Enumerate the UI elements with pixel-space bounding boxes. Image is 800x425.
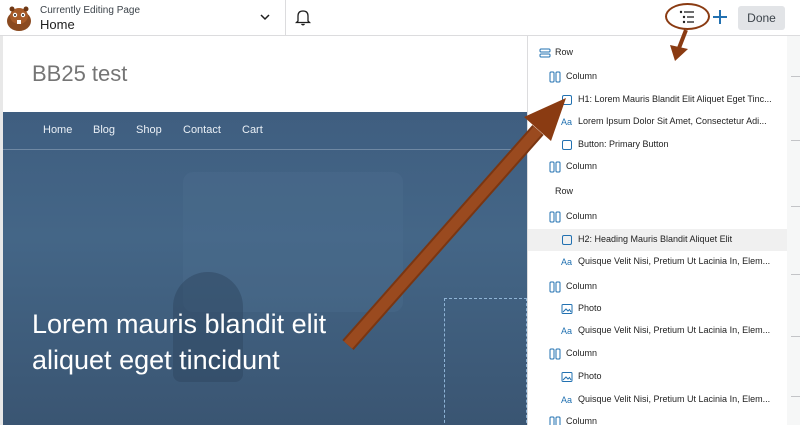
- strip-line: [791, 336, 800, 337]
- nav-item-blog[interactable]: Blog: [93, 124, 115, 136]
- outline-item-label: Column: [566, 348, 598, 358]
- hero-heading-line-2: aliquet eget tincidunt: [32, 345, 280, 375]
- beaver-logo-icon: [7, 6, 31, 31]
- outline-item-label: Column: [566, 71, 598, 81]
- photo-icon: [561, 372, 573, 382]
- outline-item[interactable]: Column: [528, 66, 788, 88]
- outline-item-label: Quisque Velit Nisi, Pretium Ut Lacinia I…: [578, 256, 771, 266]
- outline-item[interactable]: Aa Lorem Ipsum Dolor Sit Amet, Consectet…: [528, 111, 788, 133]
- hero-section[interactable]: Home Blog Shop Contact Cart Lorem mauris…: [3, 112, 527, 425]
- outline-item[interactable]: Column: [528, 206, 788, 228]
- outline-item[interactable]: Column: [528, 156, 788, 178]
- outline-item-label: Column: [566, 281, 598, 291]
- outline-item-label: H1: Lorem Mauris Blandit Elit Aliquet Eg…: [578, 94, 772, 104]
- outline-item-label: Lorem Ipsum Dolor Sit Amet, Consectetur …: [578, 116, 767, 126]
- outline-item-label: Quisque Velit Nisi, Pretium Ut Lacinia I…: [578, 394, 771, 404]
- hero-heading-line-1: Lorem mauris blandit elit: [32, 309, 327, 339]
- nav-item-cart[interactable]: Cart: [242, 124, 263, 136]
- column-icon: [549, 211, 561, 223]
- site-title[interactable]: BB25 test: [32, 61, 127, 87]
- outline-item-label: Column: [566, 161, 598, 171]
- bell-icon[interactable]: [295, 8, 311, 26]
- outline-panel: Row Column H1: Lorem Mauris Blandit Elit…: [527, 36, 788, 425]
- plus-icon[interactable]: [711, 8, 729, 26]
- outline-item[interactable]: Photo: [528, 298, 788, 320]
- site-navigation: Home Blog Shop Contact Cart: [3, 112, 527, 150]
- nav-item-shop[interactable]: Shop: [136, 124, 162, 136]
- outline-item-label: Row: [555, 186, 574, 196]
- nav-item-contact[interactable]: Contact: [183, 124, 221, 136]
- strip-line: [791, 274, 800, 275]
- column-icon: [549, 416, 561, 425]
- annotation-circle: [665, 3, 710, 30]
- outline-item[interactable]: Aa Quisque Velit Nisi, Pretium Ut Lacini…: [528, 389, 788, 411]
- column-icon: [549, 348, 561, 360]
- outline-item-label: Row: [555, 47, 574, 57]
- outline-item-label: Column: [566, 211, 598, 221]
- outline-item-selected[interactable]: H2: Heading Mauris Blandit Aliquet Elit: [528, 229, 788, 251]
- nav-item-home[interactable]: Home: [43, 124, 72, 136]
- strip-line: [791, 396, 800, 397]
- column-icon: [549, 161, 561, 173]
- button-icon: [562, 140, 572, 150]
- strip-line: [791, 140, 800, 141]
- outline-item[interactable]: Aa Quisque Velit Nisi, Pretium Ut Lacini…: [528, 320, 788, 342]
- photo-icon: [561, 304, 573, 314]
- hero-heading[interactable]: Lorem mauris blandit elit aliquet eget t…: [32, 306, 432, 378]
- text-icon: Aa: [561, 117, 573, 127]
- background-window-strip: [787, 36, 800, 425]
- outline-item-label: Quisque Velit Nisi, Pretium Ut Lacinia I…: [578, 325, 771, 335]
- toolbar-divider: [285, 0, 286, 35]
- outline-item[interactable]: Photo: [528, 366, 788, 388]
- outline-item[interactable]: Column: [528, 276, 788, 298]
- outline-item-label: Button: Primary Button: [578, 139, 669, 149]
- top-toolbar: Currently Editing Page Home Done: [0, 0, 800, 36]
- column-icon: [549, 71, 561, 83]
- heading-icon: [562, 235, 572, 245]
- outline-item[interactable]: Column: [528, 343, 788, 365]
- chevron-down-icon[interactable]: [259, 11, 271, 23]
- strip-line: [791, 76, 800, 77]
- outline-item[interactable]: H1: Lorem Mauris Blandit Elit Aliquet Eg…: [528, 89, 788, 111]
- page-selector[interactable]: Home: [40, 17, 75, 32]
- outline-item-label: Photo: [578, 303, 602, 313]
- done-button[interactable]: Done: [738, 6, 785, 30]
- outline-item[interactable]: Row: [528, 181, 788, 203]
- text-icon: Aa: [561, 257, 573, 267]
- text-icon: Aa: [561, 326, 573, 336]
- row-icon: [539, 48, 551, 58]
- outline-item-label: Column: [566, 416, 598, 425]
- page-canvas: BB25 test Home Blog Shop Contact Cart Lo…: [0, 36, 527, 425]
- outline-item[interactable]: Row: [528, 42, 788, 64]
- editing-label: Currently Editing Page: [40, 5, 141, 16]
- outline-item[interactable]: Column: [528, 411, 788, 425]
- strip-line: [791, 206, 800, 207]
- module-outline-box: [444, 298, 527, 425]
- column-icon: [549, 281, 561, 293]
- outline-item[interactable]: Aa Quisque Velit Nisi, Pretium Ut Lacini…: [528, 251, 788, 273]
- outline-item-label: Photo: [578, 371, 602, 381]
- text-icon: Aa: [561, 395, 573, 405]
- outline-item-label: H2: Heading Mauris Blandit Aliquet Elit: [578, 234, 733, 244]
- heading-icon: [562, 95, 572, 105]
- outline-item[interactable]: Button: Primary Button: [528, 134, 788, 156]
